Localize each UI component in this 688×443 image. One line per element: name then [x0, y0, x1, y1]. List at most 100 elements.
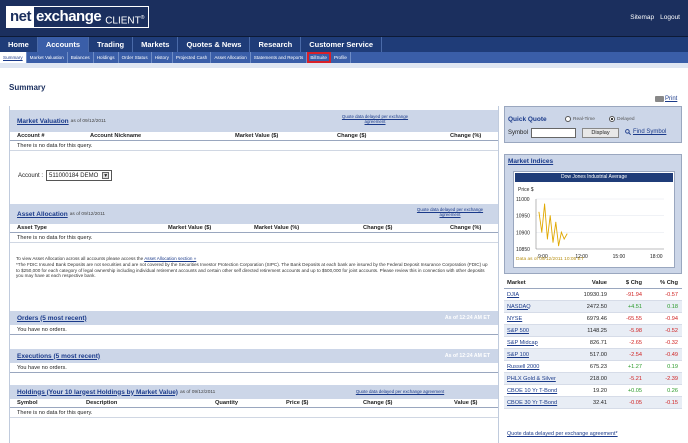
logo-exchange: exchange: [36, 8, 102, 25]
market-table-header: Market Value $ Chg % Chg: [504, 277, 682, 289]
x-tick-label: 18:00: [650, 254, 663, 260]
display-button[interactable]: Display: [582, 128, 619, 138]
subnav-order-status[interactable]: Order Status: [119, 52, 152, 63]
col-market-value-pct: Market Value (%): [254, 225, 300, 231]
account-selector-row: Account : 511000184 DEMO ▼: [18, 170, 113, 181]
col-market-value: Market Value ($): [168, 225, 212, 231]
market-index-link[interactable]: CBOE 10 Yr T-Bond: [504, 388, 570, 394]
quote-delay-note[interactable]: Quote data delayed per exchange agreemen…: [415, 207, 485, 217]
subnav-profile[interactable]: Profile: [331, 52, 351, 63]
nav-research[interactable]: Research: [250, 37, 302, 52]
market-index-link[interactable]: NYSE: [504, 316, 570, 322]
market-valuation-title[interactable]: Market Valuation: [17, 118, 69, 125]
nav-quotes-news[interactable]: Quotes & News: [178, 37, 251, 52]
col-price: Price ($): [286, 400, 309, 406]
index-pct-change: -0.57: [665, 291, 678, 298]
y-tick-label: 10900: [516, 230, 530, 236]
sitemap-link[interactable]: Sitemap: [630, 14, 654, 21]
subnav-market-valuation[interactable]: Market Valuation: [27, 52, 68, 63]
nav-trading[interactable]: Trading: [89, 37, 134, 52]
index-dollar-change: +0.05: [627, 387, 642, 394]
subnav-history[interactable]: History: [152, 52, 173, 63]
index-value: 19.20: [593, 387, 607, 394]
realtime-radio[interactable]: [565, 116, 571, 122]
find-symbol-link[interactable]: Find Symbol: [625, 129, 666, 135]
market-index-link[interactable]: S&P 500: [504, 328, 570, 334]
subnav-projected-cash[interactable]: Projected Cash: [173, 52, 212, 63]
asset-allocation-title[interactable]: Asset Allocation: [17, 211, 68, 218]
quote-delay-footnote[interactable]: Quote data delayed per exchange agreemen…: [507, 431, 618, 437]
main-nav: Home Accounts Trading Markets Quotes & N…: [0, 37, 688, 52]
subnav-balances[interactable]: Balances: [68, 52, 94, 63]
market-indices-title[interactable]: Market Indices: [508, 158, 553, 165]
symbol-label: Symbol: [508, 130, 529, 136]
index-pct-change: 0.18: [667, 303, 678, 310]
nav-home[interactable]: Home: [0, 37, 38, 52]
account-select-value: 511000184 DEMO: [49, 172, 99, 179]
market-index-link[interactable]: NASDAQ: [504, 304, 570, 310]
data-point: [541, 231, 543, 233]
col-market-value: Market Value ($): [235, 133, 279, 139]
subnav-billsuite[interactable]: BillSuite: [307, 52, 331, 63]
subnav-statements-reports[interactable]: Statements and Reports: [251, 52, 308, 63]
holdings-section: Holdings (Your 10 largest Holdings by Ma…: [10, 385, 498, 418]
data-point: [538, 211, 540, 213]
data-point: [560, 231, 562, 233]
market-valuation-section: Market Valuation as of 09/12/2011 Quote …: [10, 110, 498, 151]
col-change-dollar: Change ($): [363, 400, 393, 406]
data-point: [546, 238, 548, 240]
app-header: net exchange CLIENT® Sitemap Logout: [0, 0, 688, 37]
col-change-dollar: Change ($): [363, 225, 393, 231]
orders-title[interactable]: Orders (5 most recent): [17, 315, 87, 322]
index-pct-change: -0.49: [665, 351, 678, 358]
col-quantity: Quantity: [215, 400, 239, 406]
index-pct-change: -0.52: [665, 327, 678, 334]
quote-delay-note[interactable]: Quote data delayed per exchange agreemen…: [330, 389, 470, 394]
market-index-link[interactable]: CBOE 30 Yr T-Bond: [504, 400, 570, 406]
index-pct-change: 0.19: [667, 363, 678, 370]
market-index-link[interactable]: PHLX Gold & Silver: [504, 376, 570, 382]
delayed-radio[interactable]: [609, 116, 615, 122]
index-dollar-change: -2.65: [629, 339, 642, 346]
market-index-link[interactable]: Russell 2000: [504, 364, 570, 370]
djia-chart-svg: Price $110001095010900108509:00 12:00 15:0…: [516, 187, 664, 260]
market-row: NYSE 6979.46 -65.55 -0.94: [504, 313, 682, 325]
print-label: Print: [665, 96, 678, 102]
index-value: 1148.25: [587, 327, 607, 334]
subnav-holdings[interactable]: Holdings: [94, 52, 119, 63]
asset-allocation-link[interactable]: Asset Allocation section »: [144, 256, 196, 261]
market-row: DJIA 10930.19 -91.94 -0.57: [504, 289, 682, 301]
market-row: CBOE 10 Yr T-Bond 19.20 +0.05 0.26: [504, 385, 682, 397]
printer-icon: [655, 96, 664, 102]
market-index-link[interactable]: S&P 100: [504, 352, 570, 358]
col-value: Value ($): [454, 400, 478, 406]
nav-customer-service[interactable]: Customer Service: [301, 37, 383, 52]
delayed-label: Delayed: [617, 117, 635, 122]
index-value: 675.23: [589, 363, 607, 370]
subnav-summary[interactable]: Summary: [0, 52, 27, 63]
chart-data-note: Data as of 09/12/2011 10:05 ET: [516, 257, 584, 262]
asset-allocation-section: Asset Allocation as of 09/12/2011 Quote …: [10, 204, 498, 243]
y-axis-label: Price $: [518, 187, 534, 193]
net-exchange-logo[interactable]: net exchange CLIENT®: [6, 6, 150, 28]
market-index-link[interactable]: DJIA: [504, 292, 570, 298]
subnav-asset-allocation[interactable]: Asset Allocation: [211, 52, 251, 63]
nav-accounts[interactable]: Accounts: [37, 37, 90, 52]
print-button[interactable]: Print: [655, 96, 677, 102]
data-point: [549, 215, 551, 217]
empty-row: You have no orders.: [10, 325, 498, 335]
x-tick-label: 15:00: [613, 254, 626, 260]
y-tick-label: 10850: [516, 247, 530, 253]
market-row: NASDAQ 2472.50 +4.51 0.18: [504, 301, 682, 313]
account-select[interactable]: 511000184 DEMO ▼: [46, 170, 113, 181]
holdings-title[interactable]: Holdings (Your 10 largest Holdings by Ma…: [17, 389, 178, 396]
index-dollar-change: -5.21: [629, 375, 642, 382]
orders-section: Orders (5 most recent) As of 12:24 AM ET…: [10, 311, 498, 335]
executions-title[interactable]: Executions (5 most recent): [17, 353, 100, 360]
index-value: 6979.46: [586, 315, 607, 322]
market-index-link[interactable]: S&P Midcap: [504, 340, 570, 346]
nav-markets[interactable]: Markets: [133, 37, 179, 52]
quote-delay-note[interactable]: Quote data delayed per exchange agreemen…: [340, 114, 410, 124]
symbol-input[interactable]: [531, 128, 576, 138]
logout-link[interactable]: Logout: [660, 14, 680, 21]
